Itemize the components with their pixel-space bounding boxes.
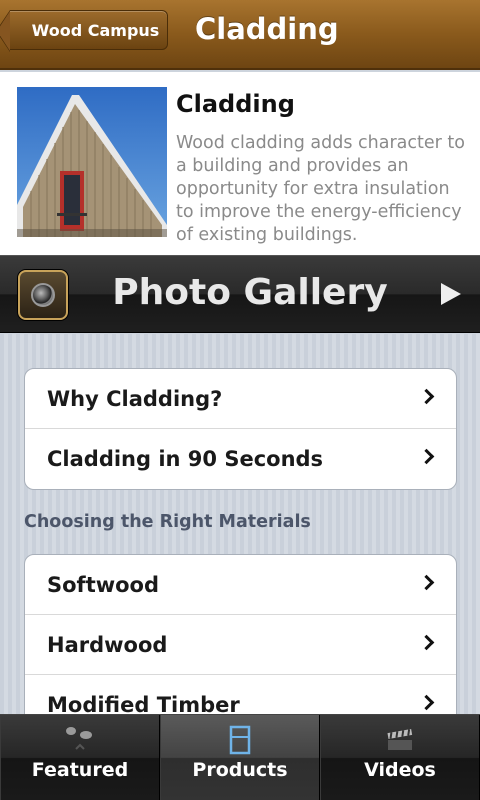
list-item-why-cladding[interactable]: Why Cladding? — [25, 369, 456, 429]
chevron-right-icon — [418, 388, 435, 405]
list-item-label: Cladding in 90 Seconds — [47, 447, 324, 471]
list-item-hardwood[interactable]: Hardwood — [25, 615, 456, 675]
list-item-label: Softwood — [47, 572, 160, 597]
content-area: Why Cladding? Cladding in 90 Seconds Cho… — [0, 334, 480, 714]
list-item-label: Hardwood — [47, 632, 168, 657]
tab-label: Featured — [31, 759, 129, 781]
list-item-label: Why Cladding? — [47, 386, 223, 411]
list-item-label: Modified Timber — [47, 693, 240, 714]
cladding-photo — [17, 87, 167, 237]
back-button[interactable]: Wood Campus — [0, 10, 168, 52]
nav-header: Wood Campus Cladding — [0, 0, 480, 70]
intro-links-group: Why Cladding? Cladding in 90 Seconds — [24, 368, 457, 490]
section-heading: Choosing the Right Materials — [24, 512, 311, 532]
intro-heading: Cladding — [176, 90, 295, 118]
list-item-cladding-90-seconds[interactable]: Cladding in 90 Seconds — [25, 429, 456, 489]
featured-icon — [60, 725, 100, 758]
tab-bar: Featured Products Videos — [0, 714, 480, 800]
intro-description: Wood cladding adds character to a buildi… — [176, 133, 465, 245]
tab-label: Videos — [364, 759, 436, 781]
list-item-softwood[interactable]: Softwood — [25, 555, 456, 615]
tab-products[interactable]: Products — [160, 715, 320, 800]
intro-section: Cladding Wood cladding adds character to… — [0, 72, 480, 255]
chevron-right-icon — [418, 448, 435, 465]
tab-featured[interactable]: Featured — [0, 715, 160, 800]
play-icon — [441, 283, 461, 305]
photo-gallery-button[interactable]: Photo Gallery — [0, 255, 480, 333]
tab-label: Products — [192, 759, 288, 781]
tab-videos[interactable]: Videos — [320, 715, 480, 800]
videos-icon — [384, 725, 416, 758]
chevron-right-icon — [418, 574, 435, 591]
products-icon — [228, 725, 252, 760]
back-button-label: Wood Campus — [31, 20, 160, 40]
chevron-right-icon — [418, 694, 435, 711]
chevron-right-icon — [418, 634, 435, 651]
list-item-modified-timber[interactable]: Modified Timber — [25, 675, 456, 714]
page-title: Cladding — [195, 12, 339, 46]
materials-group: Softwood Hardwood Modified Timber — [24, 554, 457, 714]
photo-gallery-label: Photo Gallery — [112, 272, 388, 313]
